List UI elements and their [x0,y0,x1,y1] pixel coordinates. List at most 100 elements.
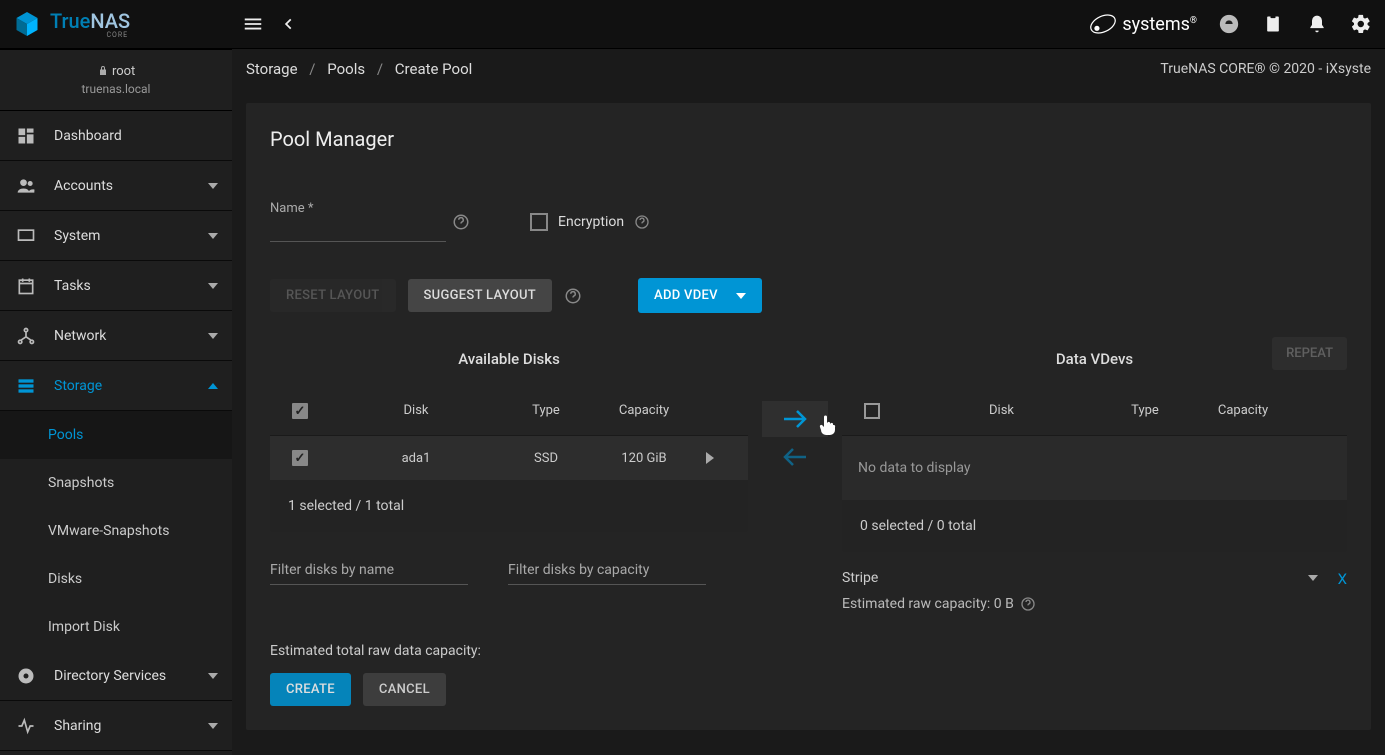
nav-label: Network [54,328,106,344]
chevron-down-icon [208,333,218,339]
encryption-label: Encryption [558,214,624,230]
menu-icon[interactable] [242,13,264,35]
empty-message: No data to display [842,436,1347,500]
brand-true: True [50,9,90,33]
nav-storage[interactable]: Storage [0,361,232,411]
system-icon [14,224,38,248]
nav-sub-pools[interactable]: Pools [0,411,232,459]
name-field: Name * [270,201,446,242]
chevron-down-icon [1308,575,1318,581]
chevron-down-icon [736,293,746,299]
help-icon[interactable] [452,213,470,231]
chevron-down-icon [208,283,218,289]
nav-accounts[interactable]: Accounts [0,161,232,211]
cell-type: SSD [502,437,590,480]
nav-label: Sharing [54,718,101,734]
cell-capacity: 120 GiB [590,437,698,480]
nav-dashboard[interactable]: Dashboard [0,111,232,161]
chevron-down-icon [208,673,218,679]
directory-icon [14,664,38,688]
nav-sharing[interactable]: Sharing [0,701,232,751]
table-header: Disk Type Capacity [270,387,748,436]
add-vdev-label: ADD VDEV [654,288,718,303]
brand-logo[interactable]: TrueNAS CORE [12,9,232,39]
vdevs-title: Data VDevs [1056,350,1133,368]
vdev-type-select[interactable]: Stripe [842,570,1318,586]
name-input[interactable] [270,218,446,242]
user-box: root truenas.local [0,49,232,111]
nav-network[interactable]: Network [0,311,232,361]
vdevs-table: Disk Type Capacity No data to display 0 … [842,387,1347,552]
add-vdev-button[interactable]: ADD VDEV [638,278,762,313]
chevron-down-icon [208,233,218,239]
table-row[interactable]: ada1 SSD 120 GiB [270,436,748,480]
nav-sub-snapshots[interactable]: Snapshots [0,459,232,507]
nav-label: Directory Services [54,668,166,684]
nav-directory[interactable]: Directory Services [0,651,232,701]
available-footer: 1 selected / 1 total [270,480,748,532]
cancel-button[interactable]: CANCEL [363,673,446,706]
ix-text: systems® [1122,14,1197,35]
crumb-create: Create Pool [395,60,473,78]
nav-label: Dashboard [54,128,122,144]
move-left-button[interactable] [762,439,828,475]
pool-manager-card: Pool Manager Name * Encryption RESET LAY… [246,103,1371,730]
help-icon[interactable] [1020,596,1036,612]
page-title: Pool Manager [270,127,1347,151]
available-table: Disk Type Capacity ada1 SSD 120 GiB [270,387,748,532]
est-total-label: Estimated total raw data capacity: [270,643,748,659]
copyright-text: TrueNAS CORE® © 2020 - iXsyste [1160,61,1371,77]
encryption-checkbox[interactable] [530,213,548,231]
gear-icon[interactable] [1349,12,1373,36]
nav-sub-disks[interactable]: Disks [0,555,232,603]
nav-sub-vmware[interactable]: VMware-Snapshots [0,507,232,555]
clipboard-icon[interactable] [1261,12,1285,36]
cell-disk: ada1 [330,437,502,480]
nav-sub-import[interactable]: Import Disk [0,603,232,651]
col-disk: Disk [330,387,502,435]
nav-tasks[interactable]: Tasks [0,261,232,311]
transfer-controls [762,401,828,475]
chevron-down-icon [208,183,218,189]
vdev-remove-button[interactable]: X [1338,570,1347,588]
topbar: TrueNAS CORE systems® [0,0,1385,49]
bell-icon[interactable] [1305,12,1329,36]
col-type: Type [1101,387,1189,435]
nav-system[interactable]: System [0,211,232,261]
help-icon[interactable] [634,214,650,230]
breadcrumb: Storage / Pools / Create Pool [246,60,472,78]
sharing-icon [14,714,38,738]
help-icon[interactable] [564,287,582,305]
select-all-checkbox[interactable] [292,403,308,419]
back-icon[interactable] [282,17,296,31]
ix-mark-icon [1088,11,1118,37]
main-content: Pool Manager Name * Encryption RESET LAY… [232,89,1385,755]
user-name: root [0,64,232,79]
row-checkbox[interactable] [292,450,308,466]
col-disk: Disk [902,387,1101,435]
ixsystems-logo[interactable]: systems® [1088,11,1197,37]
repeat-button[interactable]: REPEAT [1272,337,1347,370]
chevron-down-icon [208,723,218,729]
create-button[interactable]: CREATE [270,673,351,706]
crumb-pools[interactable]: Pools [327,60,365,78]
nav-label: Tasks [54,278,91,294]
dashboard-icon [14,124,38,148]
filter-name-input[interactable] [270,556,468,585]
col-capacity: Capacity [1189,387,1297,435]
move-right-button[interactable] [762,401,828,437]
available-disks-panel: Available Disks Disk Type Capacity ada1 [270,343,748,706]
breadcrumb-row: Storage / Pools / Create Pool TrueNAS CO… [232,49,1385,89]
chevron-right-icon[interactable] [706,452,714,464]
truenas-cube-icon [12,9,42,39]
vdev-type-value: Stripe [842,570,1308,586]
suggest-layout-button[interactable]: SUGGEST LAYOUT [408,279,553,312]
select-all-checkbox[interactable] [864,403,880,419]
reset-layout-button: RESET LAYOUT [270,279,396,312]
vdev-est-label: Estimated raw capacity: 0 B [842,596,1014,612]
brand-nas: NAS [90,9,130,33]
filter-capacity-input[interactable] [508,556,706,585]
data-vdevs-panel: Data VDevs REPEAT Disk Type Capacity No … [842,343,1347,612]
status-icon[interactable] [1217,12,1241,36]
crumb-storage[interactable]: Storage [246,60,298,78]
